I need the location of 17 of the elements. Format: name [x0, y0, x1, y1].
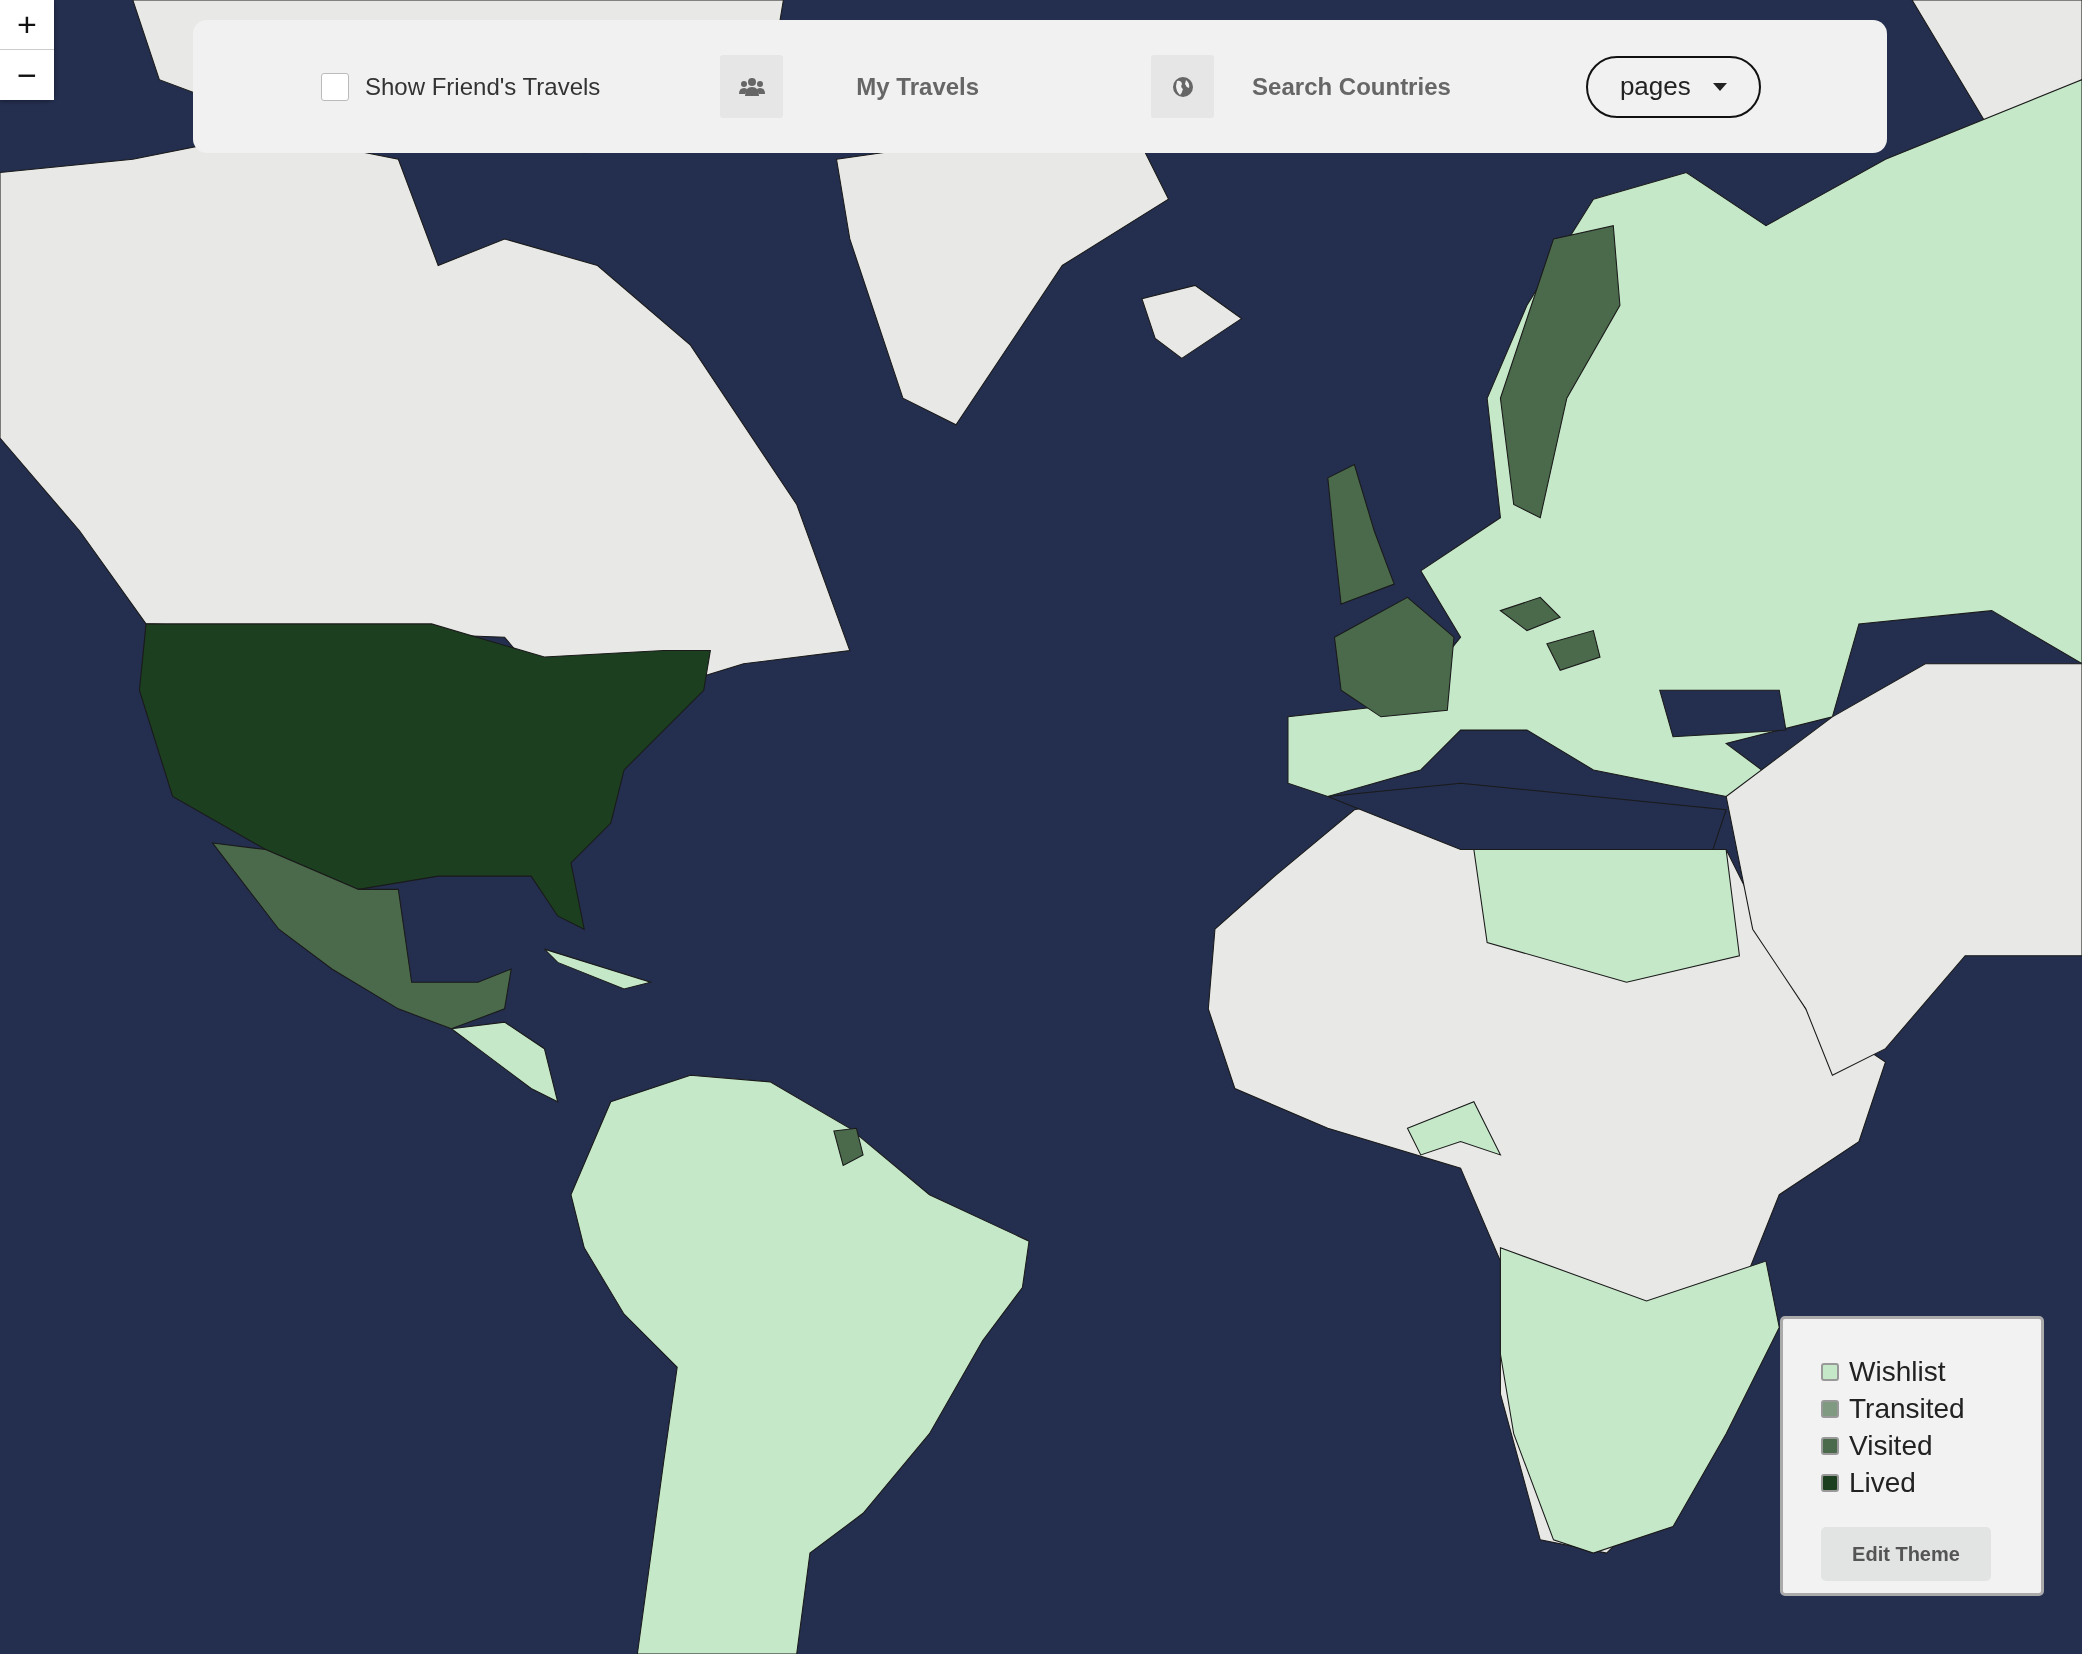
users-icon: [738, 75, 765, 98]
legend-label: Lived: [1849, 1466, 1916, 1499]
legend-label: Transited: [1849, 1392, 1965, 1425]
globe-button[interactable]: [1151, 55, 1215, 118]
search-countries-link[interactable]: Search Countries: [1252, 72, 1451, 101]
my-travels-link[interactable]: My Travels: [856, 72, 980, 101]
globe-icon: [1171, 75, 1194, 98]
edit-theme-button[interactable]: Edit Theme: [1821, 1527, 1991, 1581]
zoom-button[interactable]: −: [0, 50, 54, 100]
caret-icon: [1712, 82, 1727, 91]
checkbox[interactable]: [321, 72, 349, 101]
legend-label: Visited: [1849, 1429, 1933, 1462]
zoom-button[interactable]: +: [0, 0, 54, 50]
legend-label: Wishlist: [1849, 1355, 1946, 1388]
pages-dropdown[interactable]: pages: [1585, 55, 1761, 118]
checkbox-label: Show Friend's Travels: [365, 72, 601, 101]
friends-button[interactable]: [720, 55, 784, 118]
